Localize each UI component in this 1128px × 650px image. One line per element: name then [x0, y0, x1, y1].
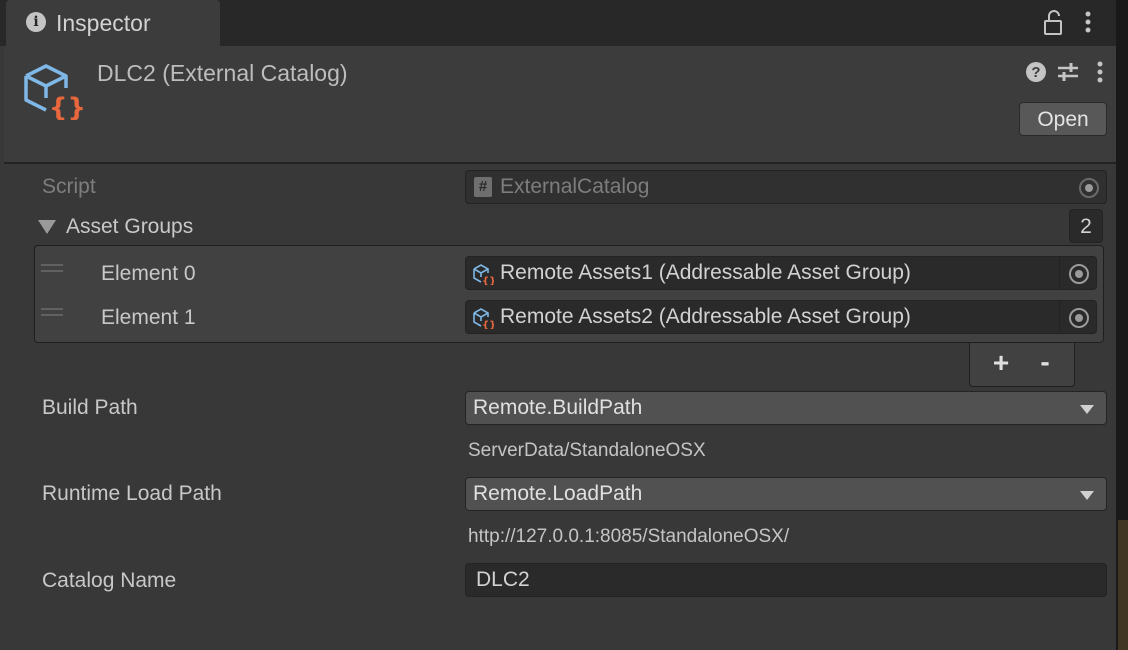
help-icon[interactable]: ? [1026, 62, 1046, 82]
foldout-arrow-icon[interactable] [38, 220, 56, 234]
tab-bar: i Inspector [0, 0, 1116, 46]
load-path-resolved: http://127.0.0.1:8085/StandaloneOSX/ [468, 526, 790, 547]
script-value: ExternalCatalog [500, 175, 650, 198]
asset-group-icon: {} [473, 264, 494, 285]
script-field[interactable]: # ExternalCatalog [465, 170, 1107, 204]
svg-text:{}: {} [49, 93, 84, 120]
tab-title: Inspector [56, 10, 151, 36]
asset-groups-label[interactable]: Asset Groups [66, 215, 193, 239]
element-picker[interactable] [1059, 257, 1096, 289]
remove-element-button[interactable]: - [1032, 348, 1058, 378]
element-value: Remote Assets1 (Addressable Asset Group) [500, 261, 911, 284]
element-label: Element 0 [101, 262, 196, 285]
catalog-name-label: Catalog Name [42, 569, 177, 592]
element-value: Remote Assets2 (Addressable Asset Group) [500, 305, 911, 328]
window-edge [1116, 0, 1128, 650]
dropdown-caret-icon [1080, 491, 1094, 500]
script-picker[interactable] [1070, 171, 1106, 203]
build-path-label: Build Path [42, 396, 138, 419]
external-catalog-icon: {} [24, 64, 84, 120]
catalog-name-value: DLC2 [476, 568, 530, 591]
object-picker-icon [1069, 308, 1089, 328]
lock-icon[interactable] [1042, 10, 1064, 36]
asset-header: {} DLC2 (External Catalog) ? Open [4, 46, 1116, 164]
open-button[interactable]: Open [1019, 102, 1107, 136]
asset-title: DLC2 (External Catalog) [97, 60, 348, 86]
script-icon: # [474, 177, 492, 197]
element-object-field[interactable]: {} Remote Assets1 (Addressable Asset Gro… [465, 256, 1097, 290]
background-edge [1118, 520, 1128, 650]
build-path-resolved: ServerData/StandaloneOSX [468, 440, 706, 461]
script-label: Script [42, 175, 96, 198]
drag-handle-icon[interactable] [41, 264, 63, 272]
tab-inspector[interactable]: i Inspector [6, 0, 220, 46]
build-path-dropdown[interactable]: Remote.BuildPath [465, 391, 1107, 425]
build-path-selected: Remote.BuildPath [473, 396, 643, 419]
presets-icon[interactable] [1056, 60, 1080, 84]
load-path-label: Runtime Load Path [42, 482, 222, 505]
add-element-button[interactable]: + [988, 348, 1014, 378]
svg-text:{}: {} [482, 320, 494, 329]
element-picker[interactable] [1059, 301, 1096, 333]
list-footer: + - [969, 343, 1075, 387]
asset-groups-list: Element 0 {} Remote Assets1 (Addressable… [34, 245, 1104, 343]
drag-handle-icon[interactable] [41, 308, 63, 316]
load-path-selected: Remote.LoadPath [473, 482, 643, 505]
catalog-name-input[interactable]: DLC2 [465, 563, 1107, 597]
object-picker-icon [1069, 264, 1089, 284]
element-label: Element 1 [101, 306, 196, 329]
dropdown-caret-icon [1080, 405, 1094, 414]
object-picker-icon [1079, 178, 1099, 198]
tab-menu-icon[interactable] [1078, 9, 1098, 37]
load-path-dropdown[interactable]: Remote.LoadPath [465, 477, 1107, 511]
element-object-field[interactable]: {} Remote Assets2 (Addressable Asset Gro… [465, 300, 1097, 334]
svg-text:{}: {} [482, 276, 494, 285]
info-icon: i [26, 12, 46, 32]
asset-groups-count[interactable]: 2 [1069, 209, 1103, 243]
asset-group-icon: {} [473, 308, 494, 329]
context-menu-icon[interactable] [1090, 59, 1110, 85]
